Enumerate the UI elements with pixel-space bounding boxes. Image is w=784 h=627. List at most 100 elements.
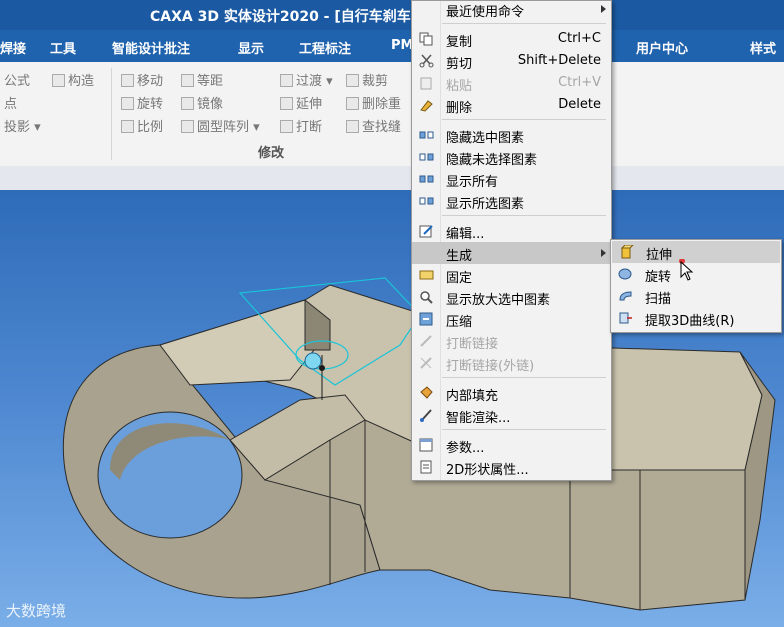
menu-separator (442, 377, 606, 378)
menu-item-show-all[interactable]: 显示所有 (412, 168, 611, 190)
rotate-icon (121, 97, 134, 110)
break-link-icon (420, 335, 432, 347)
mirror-button[interactable]: 镜像 (181, 93, 223, 112)
menu-tab-user-center[interactable]: 用户中心 (636, 38, 688, 57)
move-icon (121, 74, 134, 87)
point-button[interactable]: 点 (4, 93, 17, 112)
title-bar: CAXA 3D 实体设计2020 - [自行车刹车 (0, 0, 784, 30)
delete-overlap-button[interactable]: 删除重 (346, 93, 401, 112)
menu-item-smart-render[interactable]: 智能渲染... (412, 404, 611, 426)
find-gap-icon (346, 120, 359, 133)
revolve-icon (618, 268, 632, 280)
menu-item-copy[interactable]: 复制 Ctrl+C (412, 28, 611, 50)
extend-icon (280, 97, 293, 110)
scissors-icon (419, 54, 434, 68)
find-gap-button[interactable]: 查找缝 (346, 116, 401, 135)
submenu-item-revolve[interactable]: 旋转 (611, 263, 781, 285)
eraser-icon (420, 100, 433, 112)
generate-submenu: 拉伸 旋转 扫描 提取3D曲线(R) (610, 239, 782, 333)
menu-item-delete[interactable]: 删除 Delete (412, 94, 611, 116)
scale-icon (121, 120, 134, 133)
sweep-icon (619, 291, 632, 301)
menu-bar: 焊接 工具 智能设计批注 显示 工程标注 PM 用户中心 样式 (0, 30, 784, 62)
extend-button[interactable]: 延伸 (280, 93, 322, 112)
menu-separator (442, 119, 606, 120)
menu-item-break-external-link[interactable]: 打断链接(外链) (412, 352, 611, 374)
trim-button[interactable]: 裁剪 (346, 70, 388, 89)
context-menu: 最近使用命令 复制 Ctrl+C 剪切 Shift+Delete 粘贴 Ctrl… (411, 0, 612, 481)
offset-icon (181, 74, 194, 87)
submenu-arrow-icon (601, 5, 606, 13)
menu-item-recent-commands[interactable]: 最近使用命令 (412, 0, 611, 20)
menu-item-parameters[interactable]: 参数... (412, 434, 611, 456)
menu-item-hide-selected[interactable]: 隐藏选中图素 (412, 124, 611, 146)
delete-overlap-icon (346, 97, 359, 110)
menu-tab-tools[interactable]: 工具 (50, 38, 76, 57)
break-icon (280, 120, 293, 133)
break-button[interactable]: 打断 (280, 116, 322, 135)
render-brush-icon (420, 409, 432, 422)
menu-item-generate[interactable]: 生成 (412, 242, 611, 264)
copy-icon (419, 32, 433, 46)
mouse-pointer-icon (679, 259, 694, 281)
submenu-item-extrude[interactable]: 拉伸 (612, 241, 780, 263)
break-external-link-icon (420, 357, 432, 369)
menu-item-fix[interactable]: 固定 (412, 264, 611, 286)
menu-item-2d-shape-properties[interactable]: 2D形状属性... (412, 456, 611, 478)
menu-item-break-link[interactable]: 打断链接 (412, 330, 611, 352)
extrude-icon (620, 245, 634, 259)
show-all-icon (419, 175, 434, 183)
circular-array-icon (181, 120, 194, 133)
shape-properties-icon (420, 460, 432, 474)
menu-tab-style[interactable]: 样式 (750, 38, 776, 57)
menu-item-edit[interactable]: 编辑... (412, 220, 611, 242)
trim-icon (346, 74, 359, 87)
construct-button[interactable]: 构造 (52, 70, 94, 89)
menu-tab-eng-annot[interactable]: 工程标注 (299, 38, 351, 57)
menu-separator (442, 215, 606, 216)
document-tab-strip (0, 166, 784, 190)
move-button[interactable]: 移动 (121, 70, 163, 89)
menu-item-internal-fill[interactable]: 内部填充 (412, 382, 611, 404)
projection-button[interactable]: 投影 ▾ (4, 116, 41, 135)
submenu-item-sweep[interactable]: 扫描 (611, 285, 781, 307)
fillet-icon (280, 74, 293, 87)
menu-separator (442, 23, 606, 24)
watermark-text: 大数跨境 (6, 602, 67, 620)
menu-item-paste[interactable]: 粘贴 Ctrl+V (412, 72, 611, 94)
scale-button[interactable]: 比例 (121, 116, 163, 135)
formula-button[interactable]: 公式 (4, 70, 30, 89)
show-selected-icon (419, 197, 434, 205)
hide-selected-icon (419, 131, 434, 139)
menu-item-hide-unselected[interactable]: 隐藏未选择图素 (412, 146, 611, 168)
fill-icon (420, 386, 433, 399)
extract-3d-curve-icon (619, 312, 632, 324)
hide-unselected-icon (419, 153, 434, 161)
menu-tab-weld[interactable]: 焊接 (0, 38, 26, 57)
window-title: CAXA 3D 实体设计2020 - [自行车刹车 (150, 9, 411, 25)
fix-icon (419, 270, 434, 280)
submenu-arrow-icon (601, 249, 606, 257)
paste-icon (420, 77, 432, 90)
circular-array-button[interactable]: 圆型阵列 ▾ (181, 116, 260, 135)
menu-tab-display[interactable]: 显示 (238, 38, 264, 57)
compress-icon (419, 312, 433, 326)
ribbon: 公式 点 投影 ▾ 构造 移动 旋转 比例 等距 镜像 圆型阵列 ▾ 过渡 ▾ … (0, 62, 784, 167)
construct-icon (52, 74, 65, 87)
offset-button[interactable]: 等距 (181, 70, 223, 89)
menu-item-cut[interactable]: 剪切 Shift+Delete (412, 50, 611, 72)
zoom-selected-icon (420, 291, 433, 304)
ribbon-separator (111, 68, 112, 160)
menu-item-show-selected[interactable]: 显示所选图素 (412, 190, 611, 212)
edit-icon (419, 225, 433, 238)
menu-separator (442, 429, 606, 430)
parameters-icon (419, 438, 433, 452)
mirror-icon (181, 97, 194, 110)
rotate-button[interactable]: 旋转 (121, 93, 163, 112)
menu-tab-smart-annot[interactable]: 智能设计批注 (112, 38, 190, 57)
menu-item-compress[interactable]: 压缩 (412, 308, 611, 330)
submenu-item-extract-3d-curve[interactable]: 提取3D曲线(R) (611, 307, 781, 329)
menu-item-zoom-selected[interactable]: 显示放大选中图素 (412, 286, 611, 308)
ribbon-group-label-modify: 修改 (258, 146, 285, 161)
fillet-button[interactable]: 过渡 ▾ (280, 70, 333, 89)
